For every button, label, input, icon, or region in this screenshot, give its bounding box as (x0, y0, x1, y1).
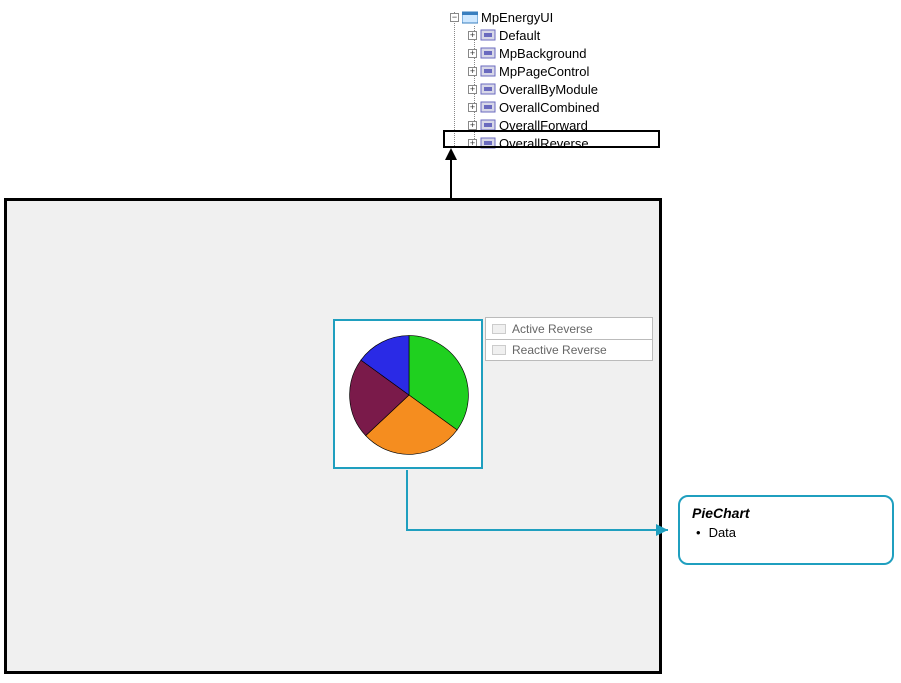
tree-label: OverallCombined (499, 100, 599, 115)
plus-icon[interactable]: + (468, 139, 477, 148)
tree-indent (450, 134, 468, 152)
pie-chart-frame[interactable] (333, 319, 483, 469)
minus-icon[interactable]: − (450, 13, 459, 22)
plus-icon[interactable]: + (468, 103, 477, 112)
tree-label: OverallForward (499, 118, 588, 133)
component-icon (480, 46, 496, 60)
tree-label: Default (499, 28, 540, 43)
tree-indent (450, 62, 468, 80)
tree-node[interactable]: + OverallCombined (450, 98, 660, 116)
legend-label: Active Reverse (512, 322, 593, 336)
plus-icon[interactable]: + (468, 85, 477, 94)
tree-indent (450, 26, 468, 44)
legend-item[interactable]: Reactive Reverse (485, 339, 653, 361)
tree-label: MpEnergyUI (481, 10, 553, 25)
plus-icon[interactable]: + (468, 121, 477, 130)
legend: Active Reverse Reactive Reverse (485, 317, 653, 361)
tree-indent (450, 44, 468, 62)
callout-item: Data (692, 525, 880, 540)
component-icon (480, 100, 496, 114)
callout-title: PieChart (692, 505, 880, 521)
tree-indent (450, 98, 468, 116)
tree-node[interactable]: + OverallForward (450, 116, 660, 134)
tree-label: MpPageControl (499, 64, 589, 79)
tree-view: − MpEnergyUI + Default + MpBackground + … (450, 8, 660, 152)
plus-icon[interactable]: + (468, 49, 477, 58)
plus-icon[interactable]: + (468, 67, 477, 76)
legend-item[interactable]: Active Reverse (485, 317, 653, 339)
component-icon (480, 28, 496, 42)
tree-label: OverallByModule (499, 82, 598, 97)
legend-swatch (492, 345, 506, 355)
callout: PieChart Data (678, 495, 894, 565)
component-icon (480, 64, 496, 78)
tree-label: MpBackground (499, 46, 586, 61)
tree-node[interactable]: + MpBackground (450, 44, 660, 62)
arrow-down-icon (448, 148, 454, 200)
tree-node[interactable]: + Default (450, 26, 660, 44)
component-icon (480, 82, 496, 96)
folder-icon (462, 10, 478, 24)
tree-indent (450, 80, 468, 98)
tree-indent (450, 116, 468, 134)
component-icon (480, 118, 496, 132)
legend-swatch (492, 324, 506, 334)
tree-node-selected[interactable]: + OverallReverse (450, 134, 660, 152)
tree-node[interactable]: + MpPageControl (450, 62, 660, 80)
component-icon (480, 136, 496, 150)
tree-node-root[interactable]: − MpEnergyUI (450, 8, 660, 26)
preview-canvas: Active Reverse Reactive Reverse (4, 198, 662, 674)
pie-chart (343, 329, 475, 461)
plus-icon[interactable]: + (468, 31, 477, 40)
tree-label: OverallReverse (499, 136, 589, 151)
legend-label: Reactive Reverse (512, 343, 607, 357)
tree-node[interactable]: + OverallByModule (450, 80, 660, 98)
